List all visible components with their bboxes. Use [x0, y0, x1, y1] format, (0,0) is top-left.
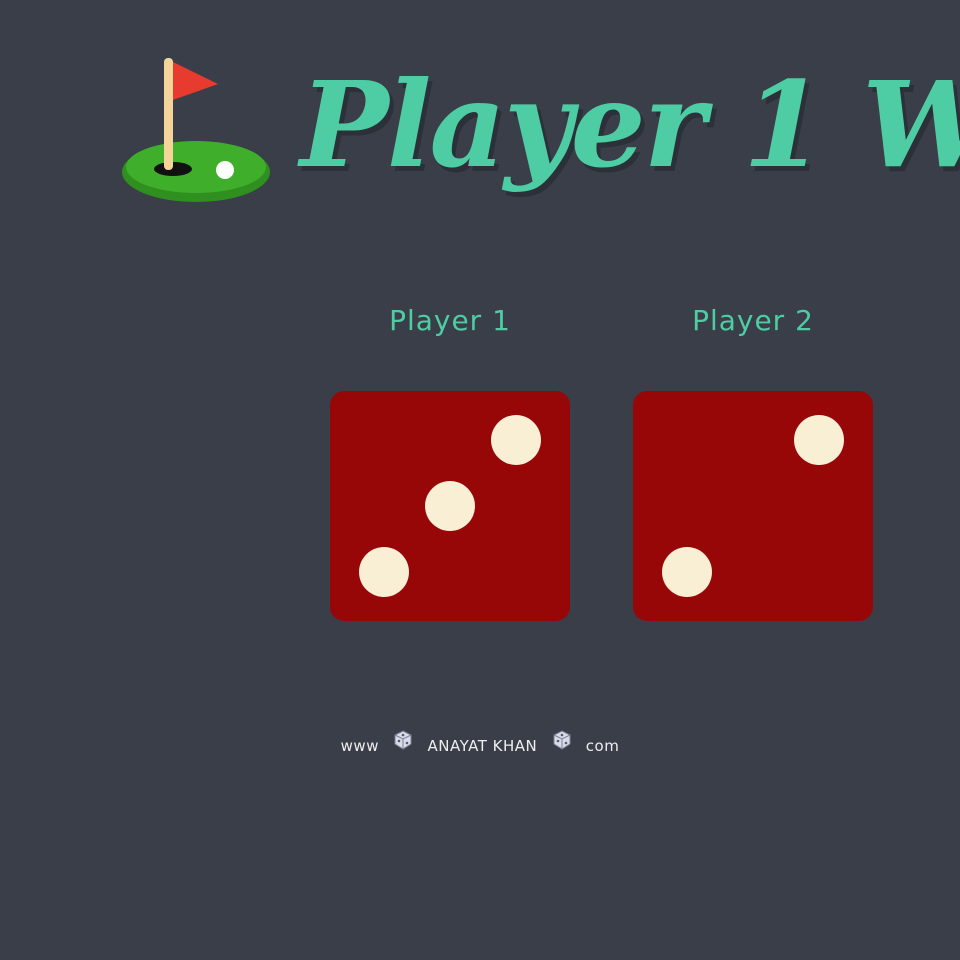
golf-flag-icon	[122, 58, 270, 202]
dice-pip	[359, 547, 409, 597]
dice-pip	[662, 547, 712, 597]
footer-suffix: com	[585, 736, 620, 755]
footer-brand: ANAYAT KHAN	[427, 736, 538, 755]
player-2-dice	[633, 391, 873, 621]
winner-title: Player 1 Wins!	[300, 55, 960, 194]
die-icon	[553, 730, 571, 750]
player-1-name: Player 1	[389, 304, 511, 337]
dice-pip	[491, 415, 541, 465]
footer-prefix: www	[340, 736, 379, 755]
die-icon	[394, 730, 412, 750]
player-1-dice	[330, 391, 570, 621]
player-2-name: Player 2	[692, 304, 814, 337]
dice-pip	[794, 415, 844, 465]
footer-credit: www ANAYAT KHAN com	[0, 730, 960, 758]
header: Player 1 Wins!	[0, 40, 960, 240]
player-1-panel: Player 1	[330, 296, 570, 621]
game-page: Player 1 Wins! Player 1 Player 2 www ANA…	[0, 0, 960, 960]
dice-pip	[425, 481, 475, 531]
player-2-panel: Player 2	[633, 296, 873, 621]
